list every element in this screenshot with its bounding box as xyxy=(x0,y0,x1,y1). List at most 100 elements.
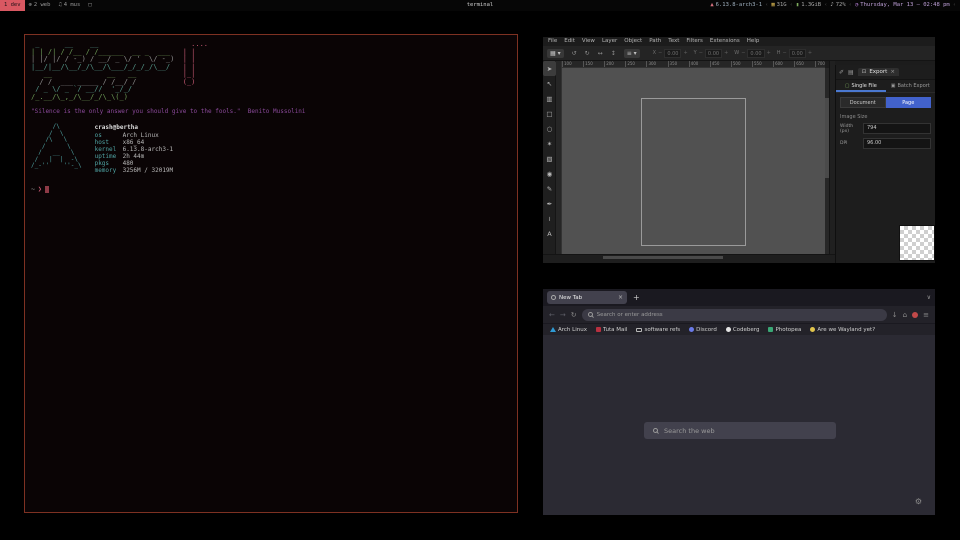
inkscape-window[interactable]: File Edit View Layer Object Path Text Filters Ex… xyxy=(542,36,936,264)
bookmark-label: Photopea xyxy=(775,327,801,333)
menu-edit[interactable]: Edit xyxy=(564,38,575,46)
increment-button[interactable]: + xyxy=(724,50,728,56)
bookmark-arch-linux[interactable]: Arch Linux xyxy=(550,327,587,333)
url-bar[interactable]: Search or enter address xyxy=(582,309,887,321)
star-tool[interactable]: ✶ xyxy=(543,136,556,151)
export-panel: ✐▤ ⊡ Export × ▢Single File▣Batch Export … xyxy=(835,65,935,263)
user-host: crash@bertha xyxy=(95,124,174,131)
bookmark-codeberg[interactable]: Codeberg xyxy=(726,327,760,333)
ruler-tick: 250 xyxy=(625,61,635,68)
bookmark-discord[interactable]: Discord xyxy=(689,327,717,333)
bookmark-label: software refs xyxy=(644,327,680,333)
bookmark-photopea[interactable]: Photopea xyxy=(768,327,801,333)
tab-new-tab[interactable]: New Tab × xyxy=(547,291,627,304)
shell-prompt[interactable]: ~ ❯ xyxy=(31,185,517,193)
shape-builder-tool[interactable]: ▥ xyxy=(543,91,556,106)
fetch-row: uptime2h 44m xyxy=(95,153,174,160)
rotate-ccw-icon[interactable]: ↺ xyxy=(572,50,577,57)
menu-view[interactable]: View xyxy=(582,38,595,46)
horizontal-scrollbar[interactable] xyxy=(603,256,723,259)
objects-icon[interactable]: ▤ xyxy=(848,69,854,76)
back-icon[interactable]: ← xyxy=(549,311,555,319)
bookmark-are-we-wayland-yet[interactable]: Are we Wayland yet? xyxy=(810,327,875,333)
separator-icon: ‹ xyxy=(849,0,852,11)
menu-extensions[interactable]: Extensions xyxy=(710,38,740,46)
bookmark-label: Discord xyxy=(696,327,717,333)
empty-workspace-icon: □ xyxy=(88,0,91,11)
forward-icon[interactable]: → xyxy=(560,311,566,319)
workspace-mus[interactable]: ♫4 mus xyxy=(54,0,84,11)
status-volume-text: 72% xyxy=(836,0,846,11)
home-icon[interactable]: ⌂ xyxy=(903,311,907,319)
tab-close-icon[interactable]: × xyxy=(618,294,623,301)
increment-button[interactable]: + xyxy=(683,50,687,56)
reload-icon[interactable]: ↻ xyxy=(571,311,577,319)
scope-document-button[interactable]: Document xyxy=(840,97,886,108)
increment-button[interactable]: + xyxy=(767,50,771,56)
workspace-empty[interactable]: □ xyxy=(84,0,95,11)
menu-layer[interactable]: Layer xyxy=(602,38,617,46)
tab-bar: New Tab × + ∨ xyxy=(543,289,935,306)
toolbar-fields: X−0.00+Y−0.00+W−0.00+H−0.00+ xyxy=(653,49,812,58)
workspace-web[interactable]: ⊕2 web xyxy=(25,0,55,11)
browser-window[interactable]: New Tab × + ∨ ← → ↻ Search or enter addr… xyxy=(542,288,936,516)
ruler-tick: 700 xyxy=(815,61,825,68)
select-mode-dropdown[interactable]: ▦ ▾ xyxy=(547,49,564,58)
bookmark-software-refs[interactable]: software refs xyxy=(636,327,680,333)
width-input[interactable]: 794 xyxy=(863,123,931,134)
close-icon[interactable]: × xyxy=(890,69,895,75)
page-settings-gear-icon[interactable]: ⚙ xyxy=(915,497,922,506)
web-search-bar[interactable]: Search the web xyxy=(644,422,836,439)
calligraphy-tool[interactable]: ≀ xyxy=(543,211,556,226)
new-tab-button[interactable]: + xyxy=(633,291,640,304)
decrement-button[interactable]: − xyxy=(741,50,745,56)
decrement-button[interactable]: − xyxy=(658,50,662,56)
pencil-tool[interactable]: ✎ xyxy=(543,181,556,196)
prompt-path: ~ xyxy=(31,185,35,193)
raise-lower-dropdown[interactable]: ≡ ▾ xyxy=(624,49,640,58)
pen-tool[interactable]: ✒ xyxy=(543,196,556,211)
tab-batch-export[interactable]: ▣Batch Export xyxy=(886,80,936,92)
navigation-bar: ← → ↻ Search or enter address ↓ ⌂ ≡ xyxy=(543,306,935,323)
edit-icon[interactable]: ✐ xyxy=(839,69,844,76)
scope-page-button[interactable]: Page xyxy=(886,97,932,108)
dialog-header: ✐ ▤ ⊡ Export × xyxy=(836,65,935,80)
export-dialog-tab[interactable]: ⊡ Export × xyxy=(858,68,899,76)
menu-help[interactable]: Help xyxy=(747,38,760,46)
canvas[interactable] xyxy=(562,68,825,254)
fetch-label: os xyxy=(95,132,123,139)
menu-path[interactable]: Path xyxy=(649,38,661,46)
ruler-tick: 200 xyxy=(604,61,614,68)
selector-tool[interactable]: ➤ xyxy=(543,61,556,76)
tab-list-chevron-icon[interactable]: ∨ xyxy=(927,291,931,304)
spiral-tool[interactable]: ◉ xyxy=(543,166,556,181)
menu-object[interactable]: Object xyxy=(624,38,642,46)
rectangle-tool[interactable]: □ xyxy=(543,106,556,121)
node-tool[interactable]: ↖ xyxy=(543,76,556,91)
increment-button[interactable]: + xyxy=(808,50,812,56)
flip-vertical-icon[interactable]: ↕ xyxy=(611,50,616,57)
ellipse-tool[interactable]: ○ xyxy=(543,121,556,136)
fetch-row: memory3256M / 32019M xyxy=(95,167,174,174)
separator-icon: ‹ xyxy=(790,0,793,11)
dpi-label: DPI xyxy=(840,141,860,146)
menu-text[interactable]: Text xyxy=(668,38,679,46)
flip-horizontal-icon[interactable]: ↔ xyxy=(598,50,603,57)
decrement-button[interactable]: − xyxy=(699,50,703,56)
tab-single-file[interactable]: ▢Single File xyxy=(836,80,886,92)
dpi-input[interactable]: 96.00 xyxy=(863,138,931,149)
menu-icon[interactable]: ≡ xyxy=(923,311,929,319)
extension-icon[interactable] xyxy=(912,312,918,318)
download-icon[interactable]: ↓ xyxy=(892,311,898,319)
ruler-tick: 400 xyxy=(689,61,699,68)
text-tool[interactable]: A xyxy=(543,226,556,241)
rotate-cw-icon[interactable]: ↻ xyxy=(585,50,590,57)
bookmark-tuta-mail[interactable]: Tuta Mail xyxy=(596,327,627,333)
menu-filters[interactable]: Filters xyxy=(686,38,703,46)
box3d-tool[interactable]: ▧ xyxy=(543,151,556,166)
menu-file[interactable]: File xyxy=(548,38,557,46)
decrement-button[interactable]: − xyxy=(783,50,787,56)
field-label: Y xyxy=(694,50,697,56)
workspace-dev[interactable]: 1 dev xyxy=(0,0,25,11)
terminal-window[interactable]: _ __ __ ....| | /| / /__ / /______ __ _ … xyxy=(24,34,518,513)
